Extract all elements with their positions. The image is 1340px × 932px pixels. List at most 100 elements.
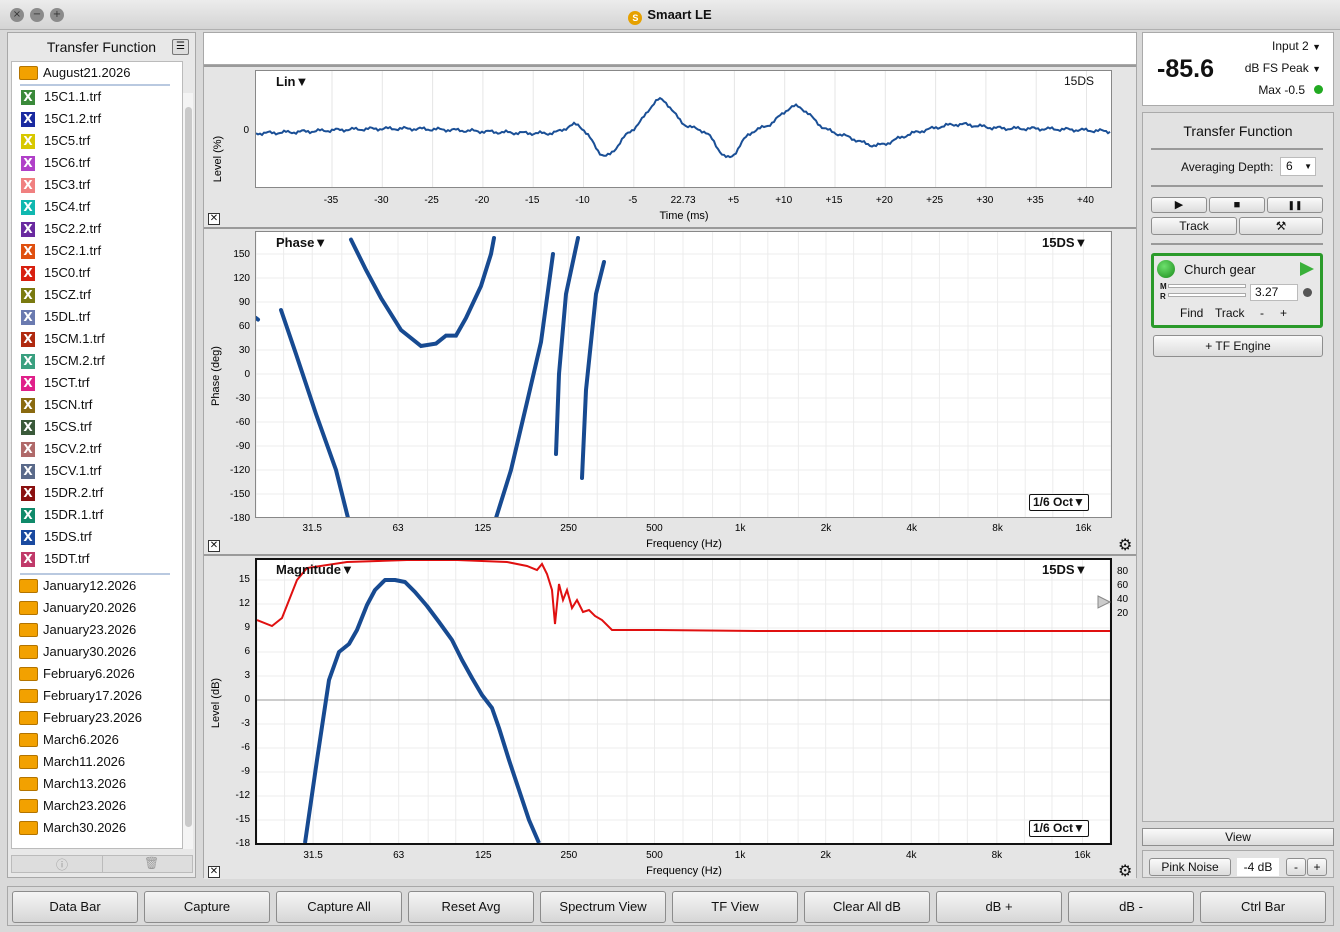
file-item[interactable]: X 15C3.trf — [12, 174, 182, 196]
file-item[interactable]: X 15CV.2.trf — [12, 438, 182, 460]
file-name: 15CZ.trf — [44, 287, 91, 302]
file-item[interactable]: X 15CN.trf — [12, 394, 182, 416]
engine-on-led[interactable] — [1157, 260, 1175, 278]
folder-item[interactable]: February23.2026 — [12, 707, 182, 729]
info-icon[interactable]: ⓘ — [56, 856, 68, 873]
stop-button[interactable]: ■ — [1209, 197, 1265, 213]
folder-item[interactable]: March13.2026 — [12, 773, 182, 795]
file-item[interactable]: X 15DL.trf — [12, 306, 182, 328]
trf-file-icon: X — [21, 178, 35, 193]
file-item[interactable]: X 15C2.2.trf — [12, 218, 182, 240]
folder-item[interactable]: March11.2026 — [12, 751, 182, 773]
close-impulse-plot-icon[interactable]: ✕ — [208, 213, 220, 225]
trash-icon[interactable]: 🗑 — [144, 856, 159, 870]
bottom-button-db[interactable]: dB + — [936, 891, 1062, 923]
sidebar-menu-icon[interactable]: ☰ — [172, 39, 189, 55]
generator-minus-button[interactable]: - — [1286, 858, 1306, 876]
file-item[interactable]: X 15CV.1.trf — [12, 460, 182, 482]
bottom-button-reset-avg[interactable]: Reset Avg — [408, 891, 534, 923]
close-magnitude-plot-icon[interactable]: ✕ — [208, 866, 220, 878]
folder-icon — [19, 579, 38, 593]
view-button[interactable]: View — [1142, 828, 1334, 846]
bottom-button-tf-view[interactable]: TF View — [672, 891, 798, 923]
meter-input-select[interactable]: Input 2 ▼ — [1272, 39, 1321, 53]
pause-button[interactable]: ❚❚ — [1267, 197, 1323, 213]
file-item[interactable]: X 15C6.trf — [12, 152, 182, 174]
file-name: 15C4.trf — [44, 199, 91, 214]
file-item[interactable]: X 15CM.2.trf — [12, 350, 182, 372]
bottom-button-data-bar[interactable]: Data Bar — [12, 891, 138, 923]
generator-plus-button[interactable]: + — [1307, 858, 1327, 876]
phase-settings-gear-icon[interactable]: ⚙ — [1118, 537, 1132, 553]
track-button[interactable]: Track — [1151, 217, 1237, 235]
file-item[interactable]: X 15C5.trf — [12, 130, 182, 152]
tf-engine-card[interactable]: Church gear MR 3.27 Find Track - + — [1151, 253, 1323, 328]
magnitude-x-tick: 63 — [393, 850, 405, 861]
folder-icon — [19, 733, 38, 747]
divider — [1151, 243, 1323, 245]
impulse-x-tick: +10 — [775, 195, 792, 206]
engine-mr-labels: MR — [1160, 282, 1167, 302]
folder-item[interactable]: January20.2026 — [12, 597, 182, 619]
play-button[interactable]: ▶ — [1151, 197, 1207, 213]
file-item[interactable]: X 15CZ.trf — [12, 284, 182, 306]
phase-y-tick: -60 — [236, 417, 251, 428]
bottom-button-db[interactable]: dB - — [1068, 891, 1194, 923]
file-item[interactable]: X 15CS.trf — [12, 416, 182, 438]
bottom-button-ctrl-bar[interactable]: Ctrl Bar — [1200, 891, 1326, 923]
averaging-depth-select[interactable]: 6 ▼ — [1280, 157, 1316, 176]
folder-item[interactable]: March6.2026 — [12, 729, 182, 751]
scrollbar-thumb[interactable] — [185, 107, 192, 827]
file-item[interactable]: X 15C4.trf — [12, 196, 182, 218]
file-name: 15DR.1.trf — [44, 507, 104, 522]
folder-item[interactable]: March30.2026 — [12, 817, 182, 839]
delay-field[interactable]: 3.27 — [1250, 284, 1298, 301]
folder-item[interactable]: January23.2026 — [12, 619, 182, 641]
file-item[interactable]: X 15C1.2.trf — [12, 108, 182, 130]
command-bar: Data Bar Capture Capture All Reset Avg Spect… — [7, 886, 1334, 926]
folder-item[interactable]: February17.2026 — [12, 685, 182, 707]
file-item[interactable]: X 15CM.1.trf — [12, 328, 182, 350]
file-item[interactable]: X 15C1.1.trf — [12, 86, 182, 108]
folder-item[interactable]: February6.2026 — [12, 663, 182, 685]
delay-plus-button[interactable]: + — [1280, 306, 1287, 320]
bottom-button-capture[interactable]: Capture — [144, 891, 270, 923]
file-item[interactable]: X 15DS.trf — [12, 526, 182, 548]
tools-icon[interactable]: ⚒ — [1239, 217, 1323, 235]
phase-y-tick: 120 — [233, 273, 250, 284]
delay-minus-button[interactable]: - — [1260, 306, 1264, 320]
file-item[interactable]: X 15CT.trf — [12, 372, 182, 394]
coherence-scale-handle[interactable] — [1097, 595, 1112, 609]
folder-item[interactable]: January30.2026 — [12, 641, 182, 663]
file-item[interactable]: X 15C0.trf — [12, 262, 182, 284]
pink-noise-button[interactable]: Pink Noise — [1149, 858, 1231, 876]
current-folder[interactable]: August21.2026 — [12, 62, 182, 84]
trf-file-icon: X — [21, 486, 35, 501]
file-name: 15C1.2.trf — [44, 111, 102, 126]
window-title: S Smaart LE — [0, 7, 1340, 25]
file-list-scrollbar[interactable] — [183, 93, 193, 849]
engine-play-icon[interactable] — [1300, 262, 1314, 276]
magnitude-settings-gear-icon[interactable]: ⚙ — [1118, 863, 1132, 879]
file-item[interactable]: X 15DR.1.trf — [12, 504, 182, 526]
file-item[interactable]: X 15C2.1.trf — [12, 240, 182, 262]
folder-item[interactable]: January12.2026 — [12, 575, 182, 597]
phase-y-tick: 60 — [239, 321, 251, 332]
bottom-button-spectrum-view[interactable]: Spectrum View — [540, 891, 666, 923]
folder-item[interactable]: March23.2026 — [12, 795, 182, 817]
phase-y-tick: -90 — [236, 441, 251, 452]
phase-x-axis-label: Frequency (Hz) — [646, 538, 722, 550]
track-delay-button[interactable]: Track — [1215, 306, 1245, 320]
file-item[interactable]: X 15DR.2.trf — [12, 482, 182, 504]
add-tf-engine-button[interactable]: + TF Engine — [1153, 335, 1323, 357]
meter-mode-select[interactable]: dB FS Peak ▼ — [1245, 61, 1321, 75]
find-delay-button[interactable]: Find — [1180, 306, 1203, 320]
file-item[interactable]: X 15DT.trf — [12, 548, 182, 570]
bottom-button-capture-all[interactable]: Capture All — [276, 891, 402, 923]
file-list[interactable]: August21.2026 X 15C1.1.trf X 15C1.2.trf X 15C… — [11, 61, 183, 849]
close-phase-plot-icon[interactable]: ✕ — [208, 540, 220, 552]
file-name: 15CS.trf — [44, 419, 92, 434]
bottom-button-clear-all-db[interactable]: Clear All dB — [804, 891, 930, 923]
phase-y-tick: 150 — [233, 249, 250, 260]
r-label: R — [1160, 292, 1166, 301]
